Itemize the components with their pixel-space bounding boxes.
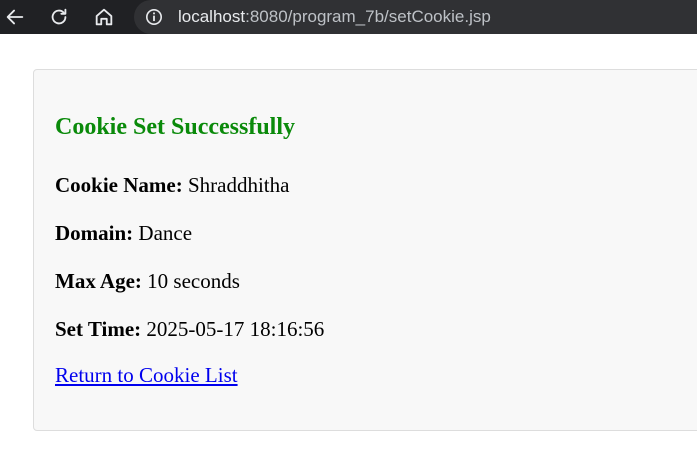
back-icon	[6, 9, 24, 25]
field-label: Cookie Name:	[55, 173, 183, 197]
field-value: Dance	[138, 221, 193, 245]
cookie-name-row: Cookie Name: Shraddhitha	[55, 173, 289, 198]
home-button[interactable]	[89, 2, 119, 32]
reload-icon	[51, 8, 67, 25]
reload-button[interactable]	[44, 2, 74, 32]
back-button[interactable]	[0, 2, 30, 32]
address-bar[interactable]: localhost:8080/program_7b/setCookie.jsp	[134, 0, 697, 34]
set-time-row: Set Time: 2025-05-17 18:16:56	[55, 317, 324, 342]
field-label: Max Age:	[55, 269, 142, 293]
info-icon[interactable]	[145, 8, 163, 26]
domain-row: Domain: Dance	[55, 221, 192, 246]
page-title: Cookie Set Successfully	[55, 114, 295, 140]
browser-toolbar: localhost:8080/program_7b/setCookie.jsp	[0, 0, 697, 34]
url-host: localhost	[178, 7, 246, 26]
field-label: Domain:	[55, 221, 134, 245]
result-card: Cookie Set Successfully Cookie Name: Shr…	[33, 69, 697, 431]
url-path: :8080/program_7b/setCookie.jsp	[245, 7, 491, 26]
home-icon	[95, 8, 113, 26]
field-value: 2025-05-17 18:16:56	[146, 317, 325, 341]
max-age-row: Max Age: 10 seconds	[55, 269, 240, 294]
field-value: 10 seconds	[147, 269, 240, 293]
return-to-cookie-list-link[interactable]: Return to Cookie List	[55, 363, 238, 388]
field-label: Set Time:	[55, 317, 142, 341]
url-text[interactable]: localhost:8080/program_7b/setCookie.jsp	[178, 7, 491, 27]
field-value: Shraddhitha	[187, 173, 290, 197]
